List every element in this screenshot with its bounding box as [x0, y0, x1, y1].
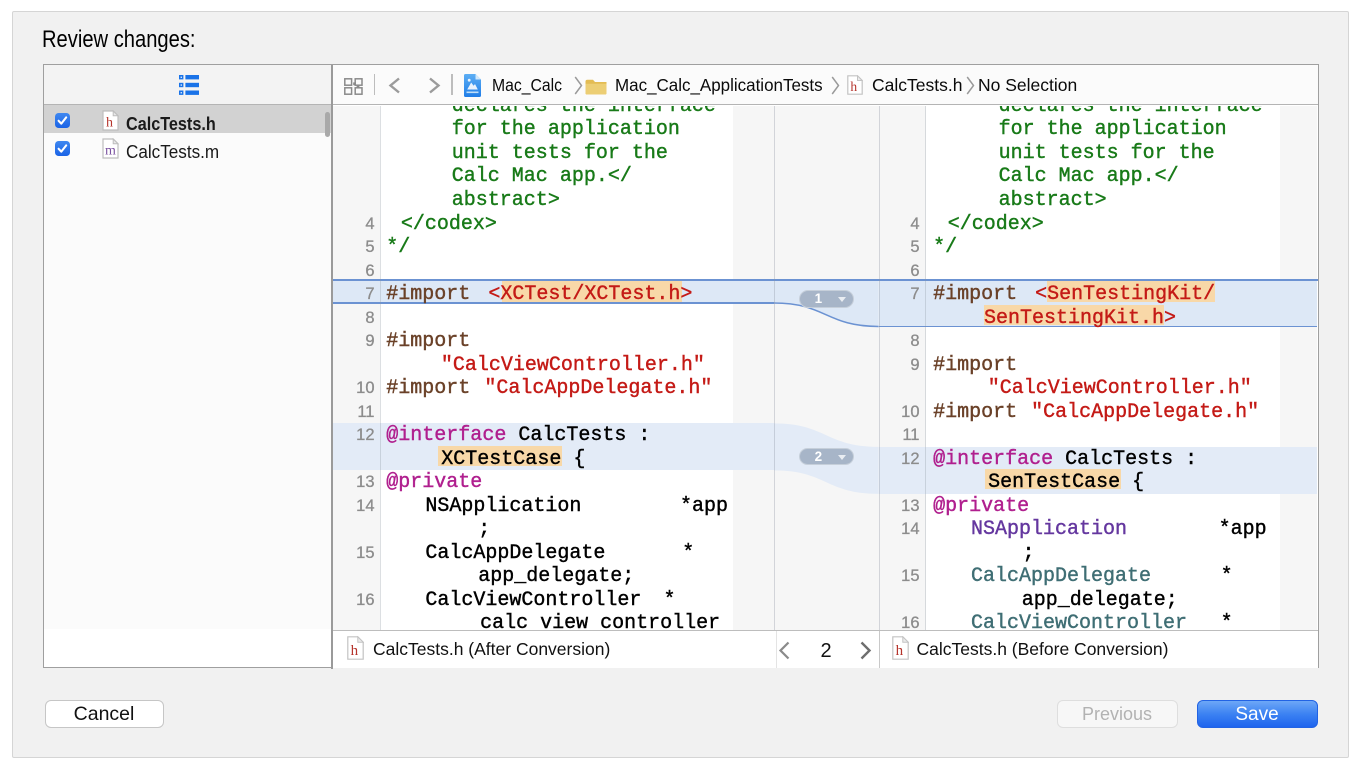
svg-text:h: h	[350, 643, 358, 659]
svg-text:h: h	[850, 78, 857, 93]
svg-text:h: h	[106, 116, 113, 131]
svg-text:h: h	[895, 643, 903, 659]
svg-text:m: m	[105, 144, 116, 159]
